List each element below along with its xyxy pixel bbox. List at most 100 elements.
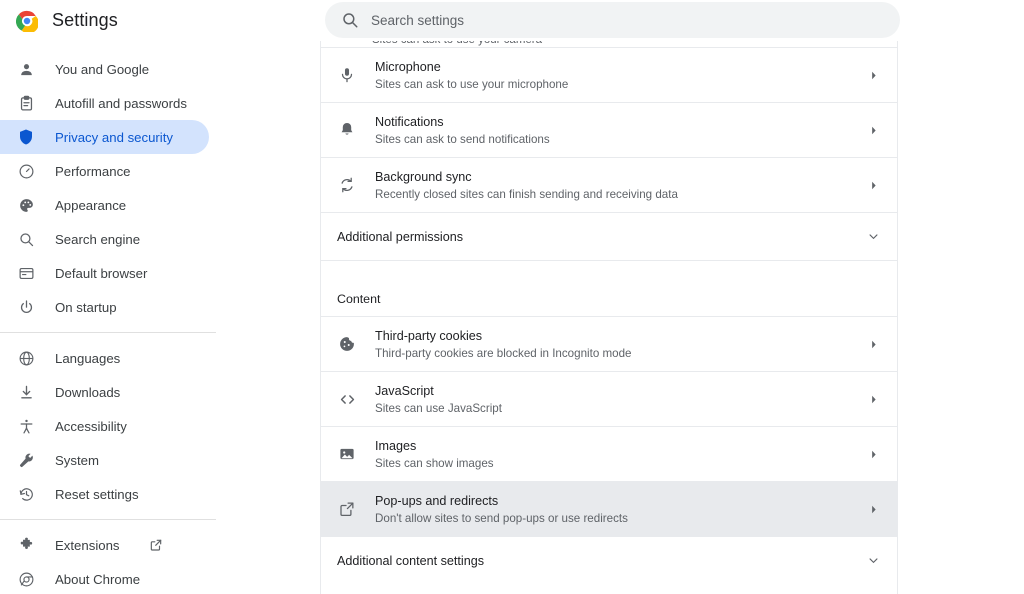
additional-content-settings-expander[interactable]: Additional content settings [321, 536, 897, 584]
row-text: Pop-ups and redirects Don't allow sites … [375, 493, 863, 526]
row-title: JavaScript [375, 383, 434, 398]
code-brackets-icon [337, 389, 357, 409]
sidebar-item-accessibility[interactable]: Accessibility [0, 409, 209, 443]
browser-window-icon [16, 263, 36, 283]
sidebar-item-about-chrome[interactable]: About Chrome [0, 562, 209, 594]
sidebar-item-label: Privacy and security [55, 129, 173, 145]
chevron-right-icon[interactable] [863, 334, 883, 354]
additional-content-settings-label: Additional content settings [337, 553, 485, 568]
sidebar-item-label: Performance [55, 163, 131, 179]
chevron-right-icon[interactable] [863, 499, 883, 519]
sidebar-item-label: Accessibility [55, 418, 127, 434]
sidebar-item-label: System [55, 452, 99, 468]
brand-area: Settings [0, 10, 320, 32]
top-bar: Settings [0, 0, 1024, 41]
person-icon [16, 59, 36, 79]
history-restore-icon [16, 484, 36, 504]
search-box[interactable] [325, 2, 900, 38]
sync-icon [337, 175, 357, 195]
clipboard-icon [16, 93, 36, 113]
chevron-right-icon[interactable] [863, 389, 883, 409]
sidebar-item-appearance[interactable]: Appearance [0, 188, 209, 222]
sidebar-item-system[interactable]: System [0, 443, 209, 477]
row-subtitle: Sites can use JavaScript [375, 401, 502, 415]
row-title: Background sync [375, 169, 472, 184]
sidebar-divider [0, 519, 216, 520]
puzzle-icon [16, 535, 36, 555]
sidebar-item-autofill-and-passwords[interactable]: Autofill and passwords [0, 86, 209, 120]
row-text: Images Sites can show images [375, 438, 863, 471]
sidebar-item-downloads[interactable]: Downloads [0, 375, 209, 409]
sidebar-item-label: Search engine [55, 231, 141, 247]
sidebar-item-privacy-and-security[interactable]: Privacy and security [0, 120, 209, 154]
sidebar-divider [0, 332, 216, 333]
chevron-down-icon[interactable] [863, 551, 883, 571]
sidebar-item-label: Downloads [55, 384, 121, 400]
row-javascript[interactable]: JavaScript Sites can use JavaScript [321, 371, 897, 426]
row-subtitle: Sites can ask to use your microphone [375, 77, 569, 91]
image-icon [337, 444, 357, 464]
content-heading-label: Content [337, 292, 381, 306]
row-subtitle: Sites can ask to send notifications [375, 132, 550, 146]
clipped-camera-subtitle: Sites can ask to use your camera [372, 41, 542, 46]
row-microphone[interactable]: Microphone Sites can ask to use your mic… [321, 47, 897, 102]
search-icon [16, 229, 36, 249]
card-bottom-gap [321, 584, 897, 594]
sidebar-item-default-browser[interactable]: Default browser [0, 256, 209, 290]
sidebar-item-reset-settings[interactable]: Reset settings [0, 477, 209, 511]
globe-icon [16, 348, 36, 368]
settings-card: Sites can ask to use your camera Microph… [320, 41, 898, 594]
row-text: Background sync Recently closed sites ca… [375, 169, 863, 202]
sidebar-item-label: On startup [55, 299, 117, 315]
chevron-right-icon[interactable] [863, 175, 883, 195]
sidebar-item-on-startup[interactable]: On startup [0, 290, 209, 324]
sidebar-item-you-and-google[interactable]: You and Google [0, 52, 209, 86]
content-section-heading: Content [321, 260, 897, 316]
sidebar-item-label: Reset settings [55, 486, 139, 502]
row-background-sync[interactable]: Background sync Recently closed sites ca… [321, 157, 897, 212]
row-title: Images [375, 438, 417, 453]
search-icon [341, 11, 359, 29]
search-area [325, 2, 900, 38]
row-text: Notifications Sites can ask to send noti… [375, 114, 863, 147]
sidebar-item-languages[interactable]: Languages [0, 341, 209, 375]
download-icon [16, 382, 36, 402]
row-popups-and-redirects[interactable]: Pop-ups and redirects Don't allow sites … [321, 481, 897, 536]
sidebar-item-label: Autofill and passwords [55, 95, 187, 111]
row-third-party-cookies[interactable]: Third-party cookies Third-party cookies … [321, 316, 897, 371]
row-subtitle: Third-party cookies are blocked in Incog… [375, 346, 632, 360]
sidebar-item-search-engine[interactable]: Search engine [0, 222, 209, 256]
row-notifications[interactable]: Notifications Sites can ask to send noti… [321, 102, 897, 157]
settings-window: Settings You and Google [0, 0, 1024, 594]
chevron-right-icon[interactable] [863, 444, 883, 464]
sidebar-item-label: Appearance [55, 197, 127, 213]
external-link-icon [337, 499, 357, 519]
palette-icon [16, 195, 36, 215]
search-input[interactable] [371, 12, 884, 28]
row-subtitle: Recently closed sites can finish sending… [375, 187, 678, 201]
cookie-icon [337, 334, 357, 354]
row-title: Notifications [375, 114, 444, 129]
chevron-down-icon[interactable] [863, 227, 883, 247]
chevron-right-icon[interactable] [863, 65, 883, 85]
app-title: Settings [52, 10, 118, 30]
sidebar-item-label: Languages [55, 350, 121, 366]
row-title: Microphone [375, 59, 441, 74]
sidebar-item-label: About Chrome [55, 571, 141, 587]
content-scroll-area[interactable]: Sites can ask to use your camera Microph… [320, 41, 1024, 594]
row-text: JavaScript Sites can use JavaScript [375, 383, 863, 416]
additional-permissions-expander[interactable]: Additional permissions [321, 212, 897, 260]
power-icon [16, 297, 36, 317]
sidebar-item-extensions[interactable]: Extensions [0, 528, 209, 562]
sidebar-item-label: Extensions [55, 537, 120, 553]
bell-icon [337, 120, 357, 140]
row-text: Third-party cookies Third-party cookies … [375, 328, 863, 361]
chrome-outline-icon [16, 569, 36, 589]
row-title: Pop-ups and redirects [375, 493, 499, 508]
chevron-right-icon[interactable] [863, 120, 883, 140]
speedometer-icon [16, 161, 36, 181]
row-images[interactable]: Images Sites can show images [321, 426, 897, 481]
row-subtitle: Don't allow sites to send pop-ups or use… [375, 511, 628, 525]
row-text: Microphone Sites can ask to use your mic… [375, 59, 863, 92]
sidebar-item-performance[interactable]: Performance [0, 154, 209, 188]
